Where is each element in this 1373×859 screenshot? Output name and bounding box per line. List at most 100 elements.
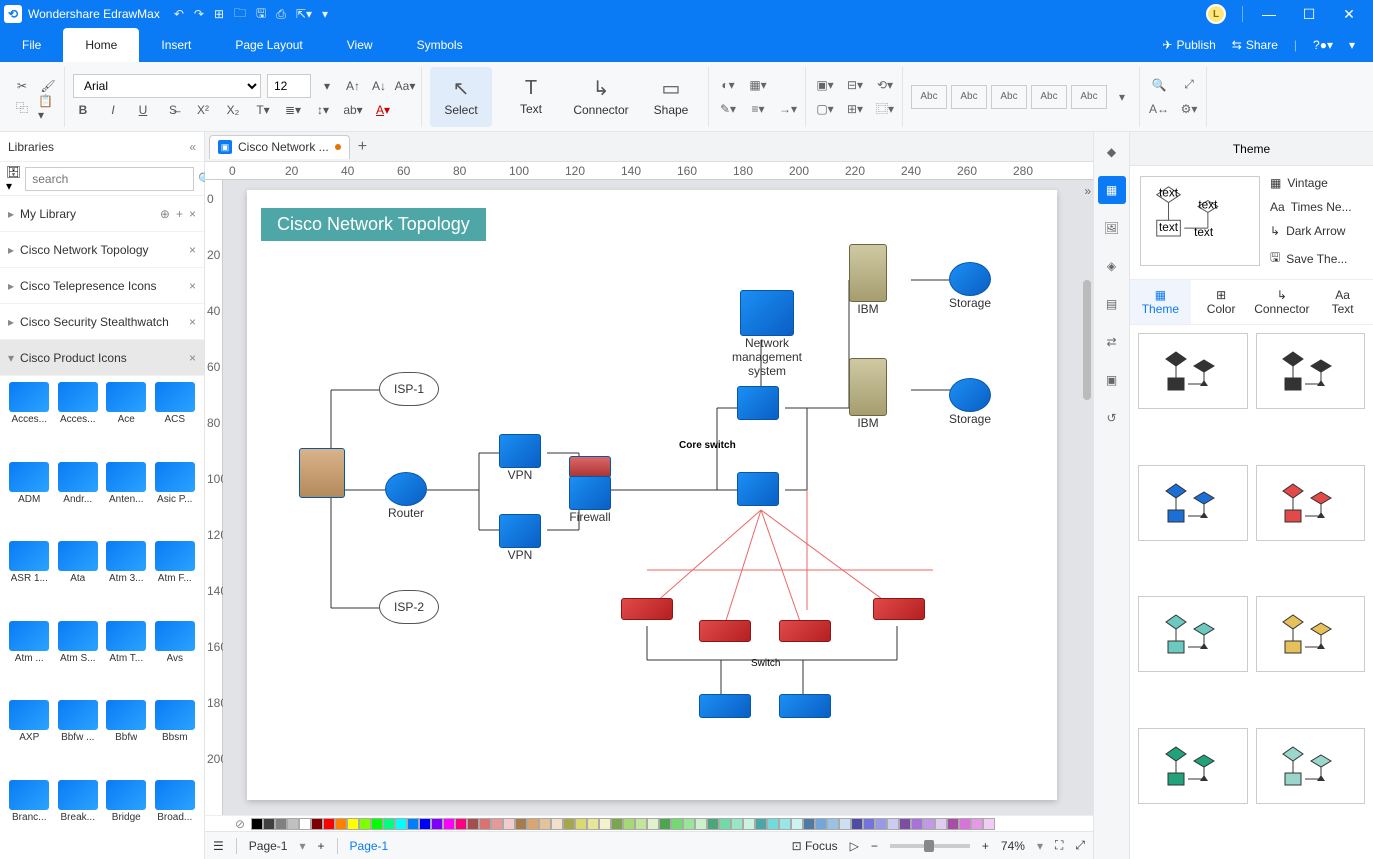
node-isp2[interactable]: ISP-2: [379, 590, 439, 624]
options-icon[interactable]: ⚙▾: [1178, 98, 1200, 120]
tab-file[interactable]: File: [0, 28, 63, 62]
node-core-switch-1[interactable]: [737, 386, 779, 420]
window-minimize[interactable]: —: [1249, 6, 1289, 22]
shape-item[interactable]: Break...: [55, 780, 102, 854]
color-swatch[interactable]: [707, 818, 719, 830]
color-swatch[interactable]: [851, 818, 863, 830]
theme-thumbnail[interactable]: [1138, 728, 1248, 804]
color-swatch[interactable]: [971, 818, 983, 830]
shape-item[interactable]: AXP: [6, 700, 53, 774]
italic-icon[interactable]: I: [103, 100, 123, 120]
lib-cisco-telepresence[interactable]: ▸Cisco Telepresence Icons×: [0, 268, 204, 304]
text-spacing-icon[interactable]: T▾: [253, 100, 273, 120]
shape-style-4[interactable]: Abc: [1031, 85, 1067, 109]
bullets-icon[interactable]: ≣▾: [283, 100, 303, 120]
canvas-panel-toggle-icon[interactable]: »: [1084, 184, 1091, 198]
shape-style-3[interactable]: Abc: [991, 85, 1027, 109]
theme-option-connector[interactable]: ↳Dark Arrow: [1270, 224, 1352, 238]
line-spacing-icon[interactable]: ↕▾: [313, 100, 333, 120]
page-tab[interactable]: Page-1: [350, 839, 389, 853]
format-painter-icon[interactable]: 🖌: [38, 76, 58, 96]
add-document-tab[interactable]: +: [358, 138, 367, 156]
color-swatch[interactable]: [827, 818, 839, 830]
color-swatch[interactable]: [395, 818, 407, 830]
fit-page-icon[interactable]: ⛶: [1055, 838, 1063, 853]
lib-edit-icon[interactable]: ⊕: [160, 207, 170, 221]
cat-theme[interactable]: ▦Theme: [1130, 280, 1191, 324]
color-swatch[interactable]: [839, 818, 851, 830]
theme-thumbnail[interactable]: [1256, 596, 1366, 672]
color-swatch[interactable]: [671, 818, 683, 830]
distribute-icon[interactable]: ⊞▾: [844, 98, 866, 120]
copy-icon[interactable]: ⿻: [12, 98, 32, 118]
color-swatch[interactable]: [347, 818, 359, 830]
paste-icon[interactable]: 📋▾: [38, 98, 58, 118]
underline-icon[interactable]: U: [133, 100, 153, 120]
lib-add-icon[interactable]: +: [176, 207, 183, 221]
align-icon[interactable]: ⊟▾: [844, 74, 866, 96]
line-weight-icon[interactable]: ≡▾: [747, 98, 769, 120]
color-swatch[interactable]: [635, 818, 647, 830]
color-swatch[interactable]: [359, 818, 371, 830]
color-swatch[interactable]: [455, 818, 467, 830]
shape-item[interactable]: Bbfw ...: [55, 700, 102, 774]
page-fit-icon[interactable]: ⤢: [1178, 74, 1200, 96]
redo-icon[interactable]: ↷: [194, 7, 204, 21]
shape-item[interactable]: Acces...: [6, 382, 53, 456]
shape-item[interactable]: ASR 1...: [6, 541, 53, 615]
shape-item[interactable]: Bbfw: [103, 700, 150, 774]
node-vpn1[interactable]: VPN: [499, 434, 541, 482]
font-shrink-icon[interactable]: A↓: [369, 76, 389, 96]
canvas-scrollbar[interactable]: [1083, 280, 1091, 400]
color-swatch[interactable]: [803, 818, 815, 830]
shape-item[interactable]: Anten...: [103, 462, 150, 536]
lib-cisco-product-icons[interactable]: ▾Cisco Product Icons×: [0, 340, 204, 376]
node-switch-3[interactable]: [779, 620, 831, 642]
color-swatch[interactable]: [443, 818, 455, 830]
node-storage-1[interactable]: Storage: [949, 262, 991, 310]
node-workstation[interactable]: [299, 448, 345, 498]
page-prev-icon[interactable]: ▾: [299, 839, 305, 853]
lib-close-icon[interactable]: ×: [189, 279, 196, 293]
page-indicator[interactable]: Page-1: [249, 839, 288, 853]
color-swatch[interactable]: [515, 818, 527, 830]
node-router[interactable]: Router: [385, 472, 427, 520]
node-access-switch-2[interactable]: [779, 694, 831, 718]
node-storage-2[interactable]: Storage: [949, 378, 991, 426]
color-swatch[interactable]: [911, 818, 923, 830]
change-case-icon[interactable]: Aa▾: [395, 76, 415, 96]
shape-item[interactable]: Ata: [55, 541, 102, 615]
node-vpn2[interactable]: VPN: [499, 514, 541, 562]
save-icon[interactable]: 🖫: [256, 4, 266, 25]
panel-page-icon[interactable]: ▤: [1098, 290, 1126, 318]
font-size-dropdown-icon[interactable]: ▾: [317, 76, 337, 96]
color-swatch[interactable]: [887, 818, 899, 830]
color-swatch[interactable]: [863, 818, 875, 830]
theme-option-font[interactable]: AaTimes Ne...: [1270, 200, 1352, 214]
theme-thumbnail[interactable]: [1138, 596, 1248, 672]
shape-item[interactable]: Bridge: [103, 780, 150, 854]
shape-style-5[interactable]: Abc: [1071, 85, 1107, 109]
color-swatch[interactable]: [587, 818, 599, 830]
shape-item[interactable]: Atm 3...: [103, 541, 150, 615]
color-swatch[interactable]: [311, 818, 323, 830]
undo-icon[interactable]: ↶: [174, 7, 184, 21]
shape-style-1[interactable]: Abc: [911, 85, 947, 109]
replace-icon[interactable]: A↔: [1148, 98, 1170, 120]
fullscreen-icon[interactable]: ⤢: [1075, 838, 1085, 853]
arrow-style-icon[interactable]: →▾: [777, 98, 799, 120]
shape-style-2[interactable]: Abc: [951, 85, 987, 109]
shape-item[interactable]: Ace: [103, 382, 150, 456]
shadow-icon[interactable]: ▦▾: [747, 74, 769, 96]
cat-text[interactable]: AaText: [1312, 280, 1373, 324]
panel-connections-icon[interactable]: ⇄: [1098, 328, 1126, 356]
lib-cisco-network-topology[interactable]: ▸Cisco Network Topology×: [0, 232, 204, 268]
color-swatch[interactable]: [419, 818, 431, 830]
theme-thumbnail[interactable]: [1138, 465, 1248, 541]
drawing-page[interactable]: Cisco Network Topology: [247, 190, 1057, 800]
send-back-icon[interactable]: ▢▾: [814, 98, 836, 120]
user-badge[interactable]: L: [1206, 4, 1226, 24]
font-size-input[interactable]: [267, 74, 311, 98]
window-maximize[interactable]: ☐: [1289, 6, 1329, 23]
zoom-out-icon[interactable]: −: [871, 839, 878, 853]
